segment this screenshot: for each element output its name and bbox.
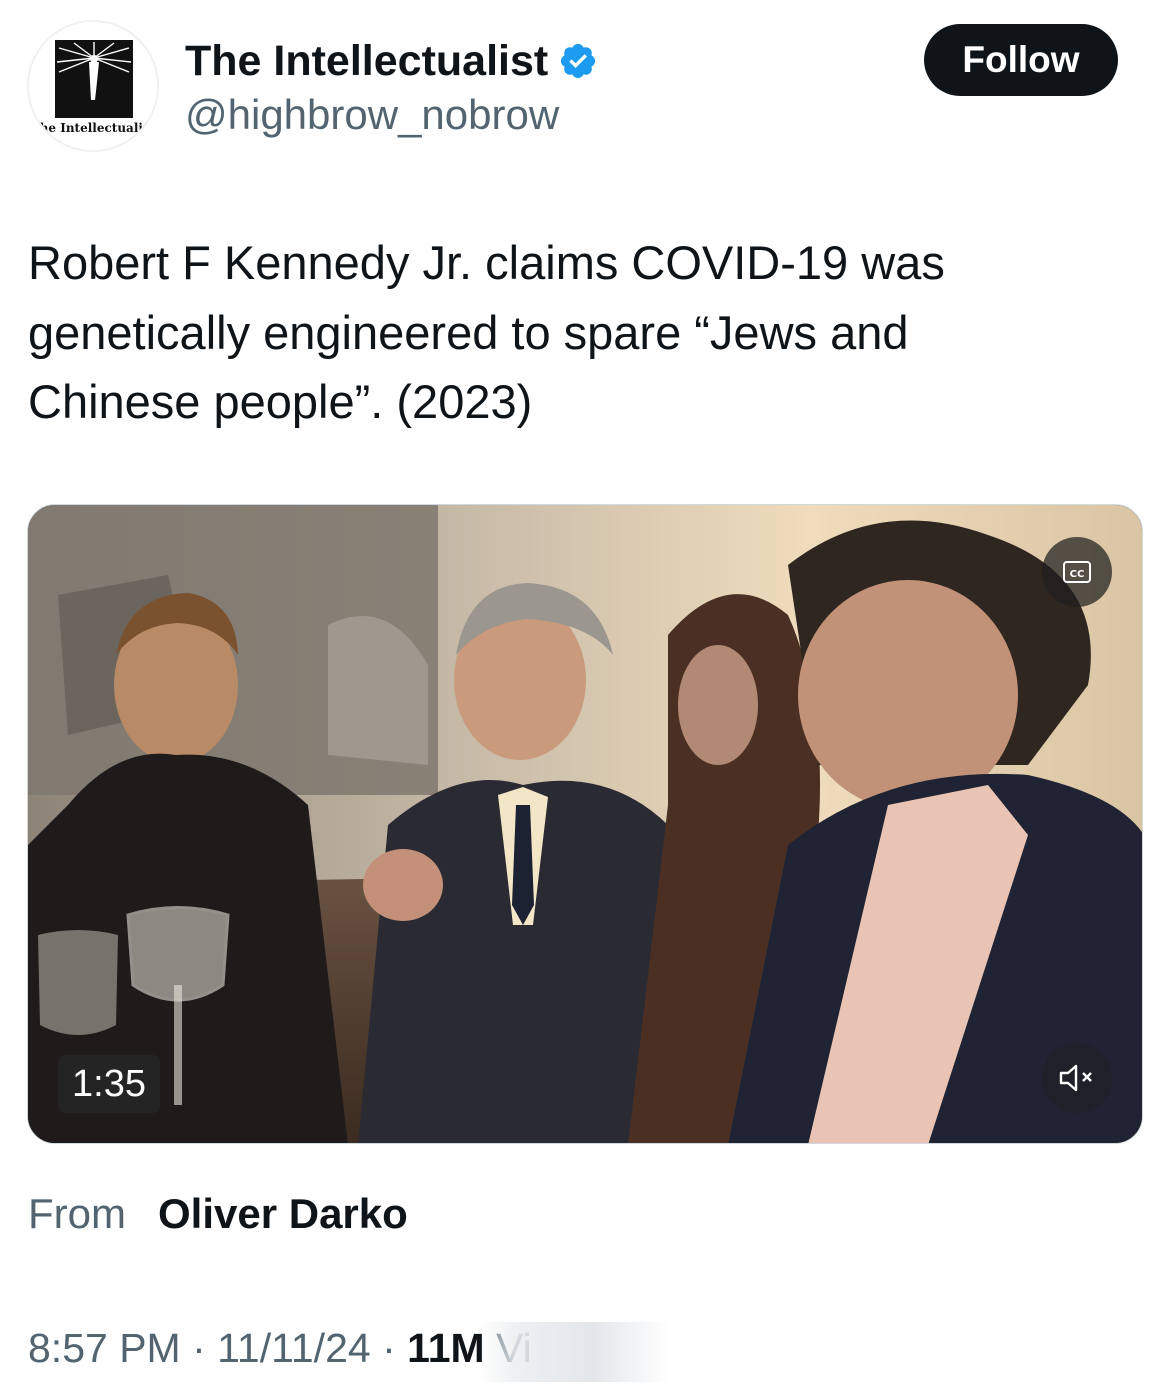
mute-button[interactable] <box>1042 1043 1112 1113</box>
from-label: From <box>28 1190 126 1237</box>
tweet-time[interactable]: 8:57 PM <box>28 1325 181 1371</box>
watermark-overlay <box>480 1322 670 1382</box>
source-name-link[interactable]: Oliver Darko <box>158 1190 408 1237</box>
meta-separator: · <box>382 1325 396 1371</box>
intellectualist-logo: The Intellectualist <box>29 22 157 150</box>
svg-text:The Intellectualist: The Intellectualist <box>31 121 156 135</box>
author-name[interactable]: The Intellectualist <box>185 36 598 86</box>
views-count[interactable]: 11M <box>407 1325 485 1371</box>
display-name[interactable]: The Intellectualist <box>185 36 548 86</box>
captions-button[interactable]: CC <box>1042 537 1112 607</box>
tweet-date[interactable]: 11/11/24 <box>217 1325 371 1371</box>
tweet-meta: 8:57 PM · 11/11/24 · 11M Vi <box>28 1320 532 1376</box>
volume-muted-icon <box>1059 1064 1092 1092</box>
closed-captions-icon: CC <box>1063 561 1091 583</box>
svg-text:CC: CC <box>1070 569 1085 580</box>
tweet-text: Robert F Kennedy Jr. claims COVID-19 was… <box>28 236 945 428</box>
author-handle[interactable]: @highbrow_nobrow <box>185 90 559 140</box>
author-avatar[interactable]: The Intellectualist <box>27 20 159 152</box>
video-player[interactable]: CC 1:35 <box>27 504 1143 1144</box>
verified-badge-icon <box>561 43 596 79</box>
follow-button[interactable]: Follow <box>924 24 1118 96</box>
video-thumbnail <box>28 505 1142 1143</box>
video-duration: 1:35 <box>58 1055 160 1113</box>
meta-separator: · <box>192 1325 206 1371</box>
source-attribution: From Oliver Darko <box>28 1186 408 1242</box>
